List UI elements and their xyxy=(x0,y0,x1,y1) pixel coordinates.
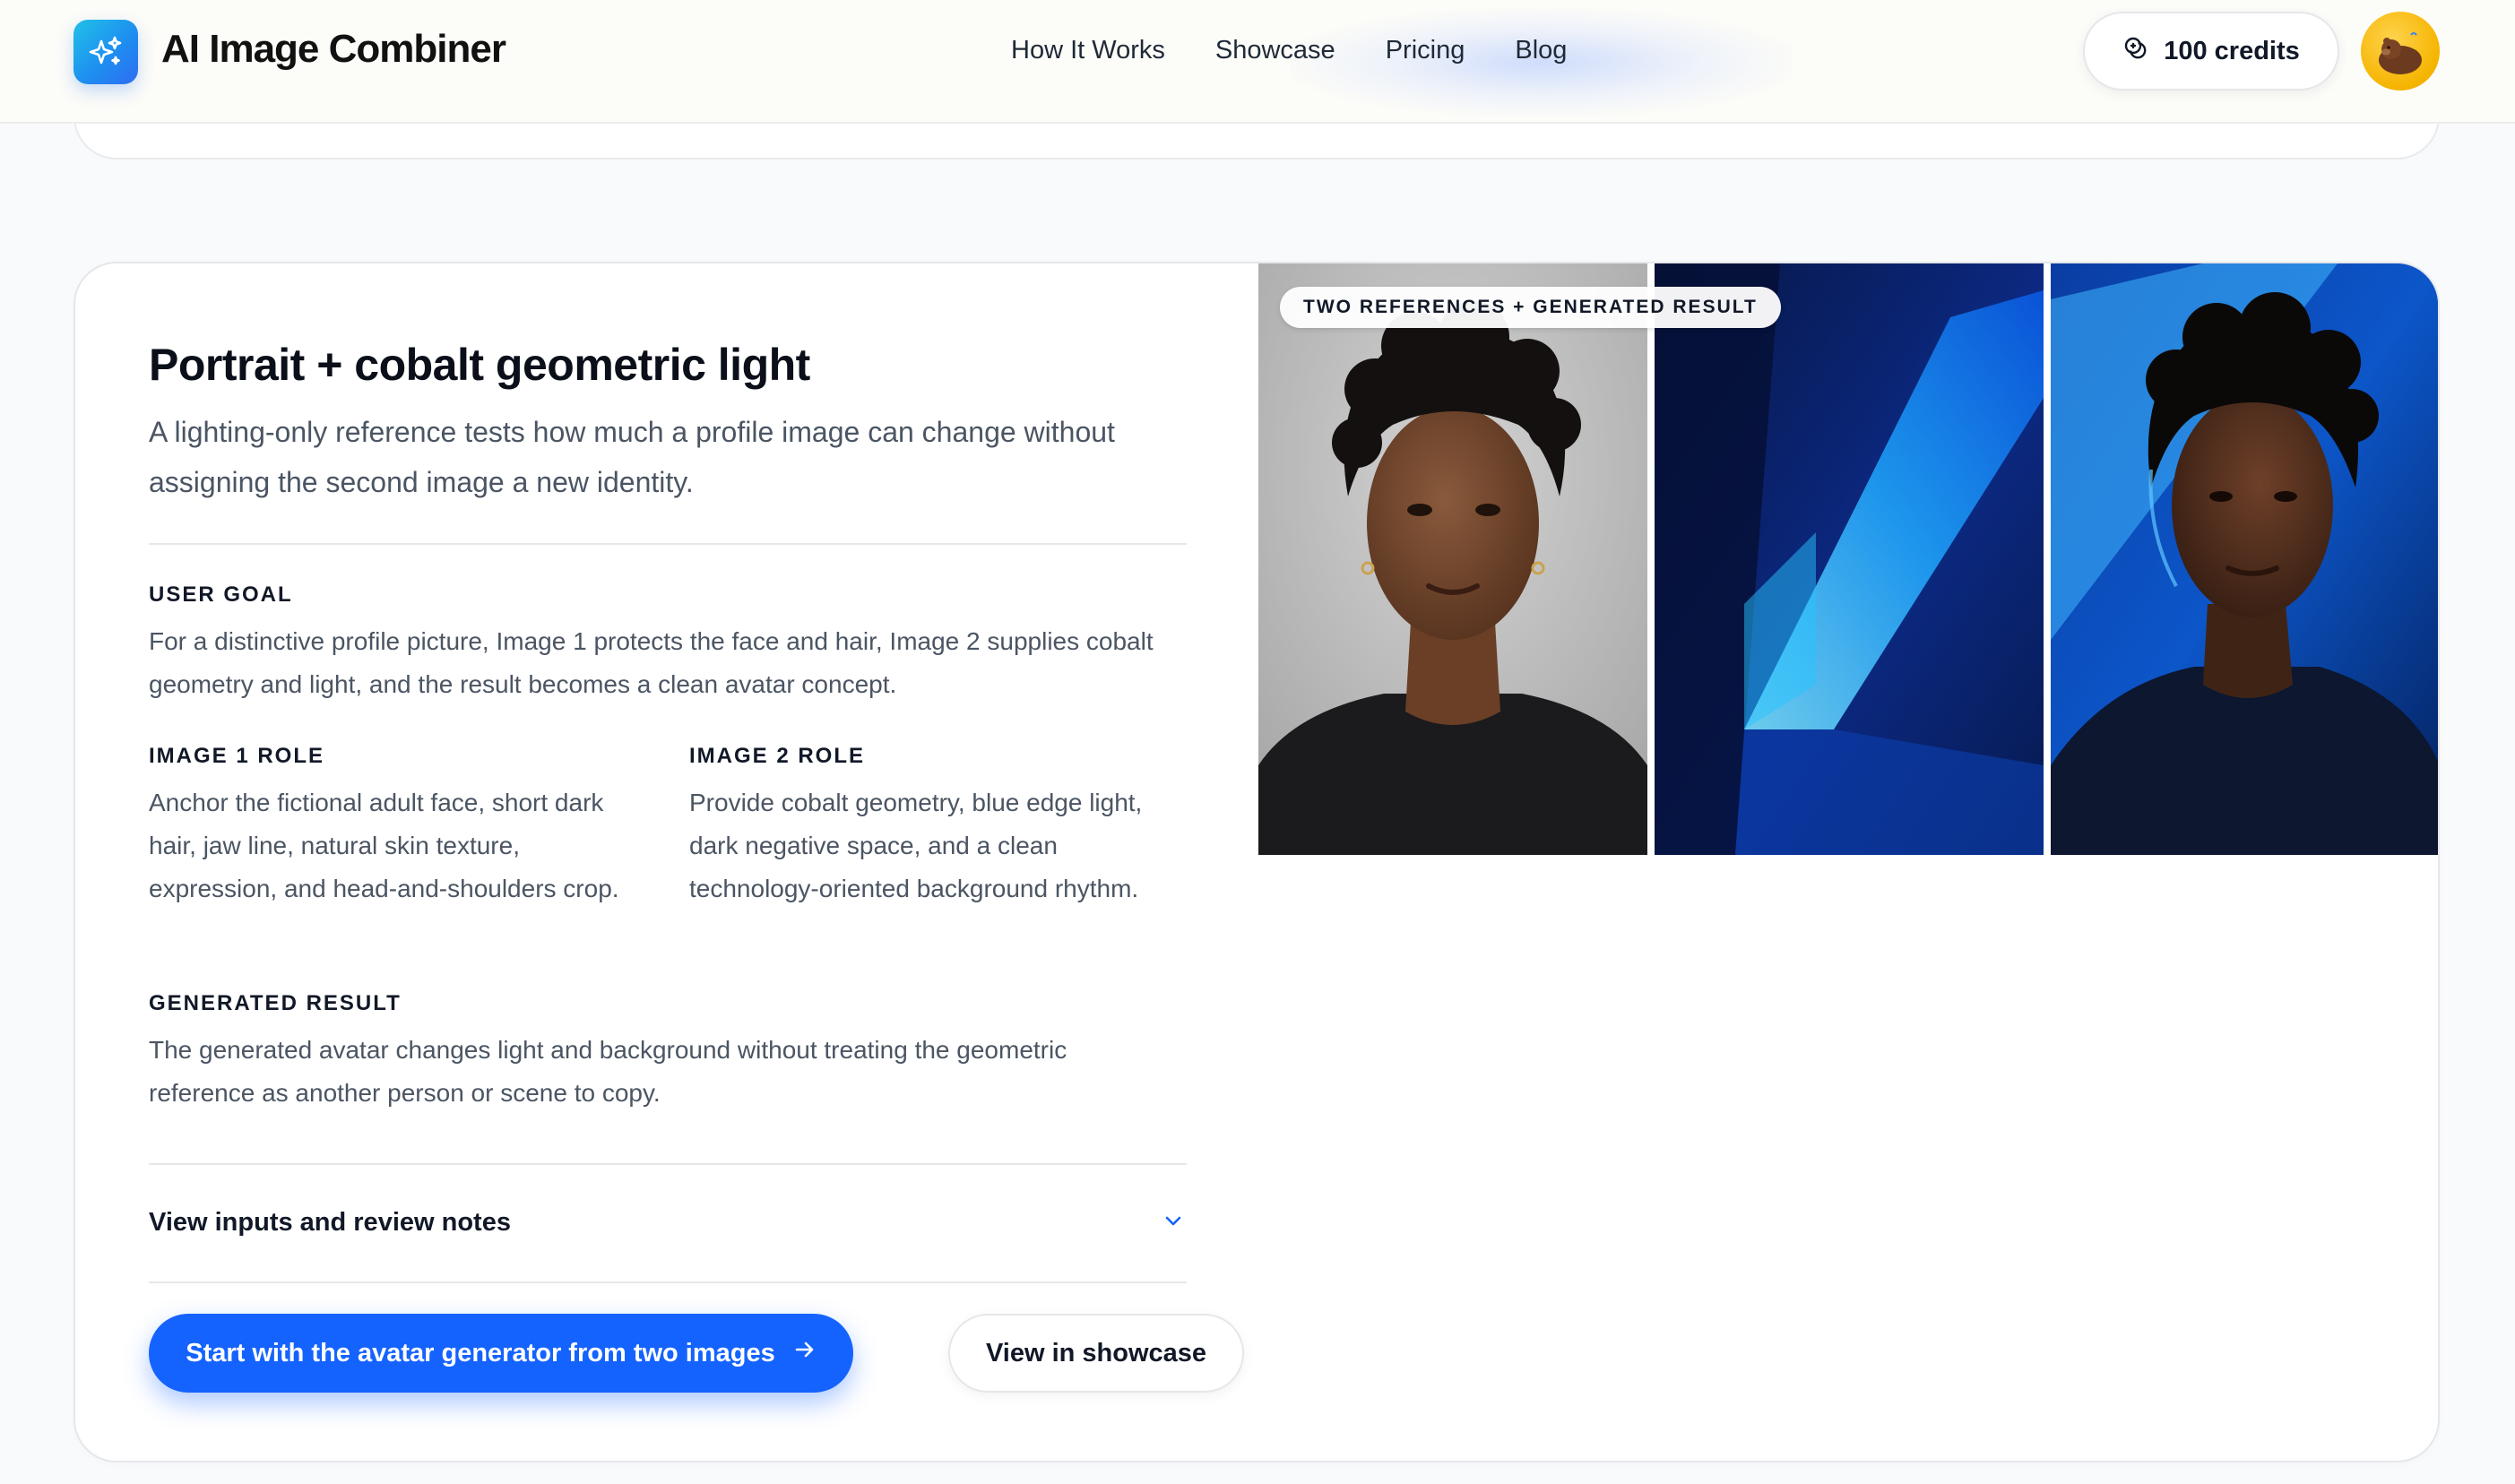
user-goal-label: USER GOAL xyxy=(149,582,293,607)
user-avatar[interactable] xyxy=(2361,12,2440,91)
image2-role-label: IMAGE 2 ROLE xyxy=(689,744,866,768)
card-title: Portrait + cobalt geometric light xyxy=(149,340,810,390)
nav-how-it-works[interactable]: How It Works xyxy=(1011,34,1165,66)
logo-sparkle-icon[interactable] xyxy=(73,20,138,84)
generated-avatar-image[interactable] xyxy=(2051,263,2438,855)
credits-count: 100 credits xyxy=(2164,36,2300,65)
site-header: AI Image Combiner How It Works Showcase … xyxy=(0,0,2515,124)
image-strip xyxy=(1258,263,2438,855)
start-avatar-generator-button[interactable]: Start with the avatar generator from two… xyxy=(149,1314,853,1393)
review-notes-toggle[interactable]: View inputs and review notes xyxy=(149,1163,1187,1281)
image-badge: TWO REFERENCES + GENERATED RESULT xyxy=(1280,287,1781,328)
image1-role-label: IMAGE 1 ROLE xyxy=(149,744,325,768)
credits-button[interactable]: 100 credits xyxy=(2083,12,2339,91)
divider xyxy=(149,1281,1187,1283)
coins-icon xyxy=(2122,35,2151,68)
arrow-right-icon xyxy=(793,1338,817,1368)
reference-portrait-image[interactable] xyxy=(1258,263,1647,855)
generated-result-text: The generated avatar changes light and b… xyxy=(149,1036,1067,1107)
review-notes-label: View inputs and review notes xyxy=(149,1207,511,1237)
image2-role-text: Provide cobalt geometry, blue edge light… xyxy=(689,789,1143,902)
start-button-label: Start with the avatar generator from two… xyxy=(186,1338,775,1368)
nav-blog[interactable]: Blog xyxy=(1515,34,1567,66)
main-nav: How It Works Showcase Pricing Blog xyxy=(1011,34,1567,66)
chevron-down-icon xyxy=(1162,1209,1185,1237)
nav-pricing[interactable]: Pricing xyxy=(1386,34,1465,66)
card-subtitle: A lighting-only reference tests how much… xyxy=(149,416,1115,498)
image1-role-text: Anchor the fictional adult face, short d… xyxy=(149,789,619,902)
user-goal-text: For a distinctive profile picture, Image… xyxy=(149,627,1154,698)
nav-showcase[interactable]: Showcase xyxy=(1215,34,1335,66)
example-card: Portrait + cobalt geometric light A ligh… xyxy=(73,262,2440,1462)
logo-text[interactable]: AI Image Combiner xyxy=(161,27,506,72)
view-in-showcase-button[interactable]: View in showcase xyxy=(948,1314,1244,1393)
generated-result-label: GENERATED RESULT xyxy=(149,991,402,1015)
divider xyxy=(149,543,1187,545)
cobalt-geometry-image[interactable] xyxy=(1655,263,2044,855)
